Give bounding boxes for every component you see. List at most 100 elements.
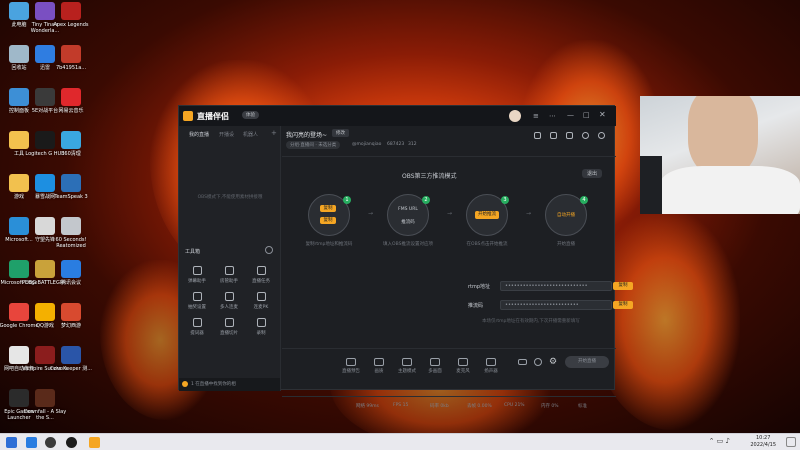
step1-copy-button-2[interactable]: 复制 xyxy=(320,217,336,224)
tool-item[interactable]: 抽奖设置 xyxy=(185,292,209,310)
tab-my-live[interactable]: 我的直播 xyxy=(189,131,209,138)
minimize-icon[interactable]: — xyxy=(567,111,574,119)
step-4-caption: 开始直播 xyxy=(557,242,575,247)
desktop-icon[interactable]: 60 Seconds! Reatomized xyxy=(45,217,97,249)
taskbar-app-icon[interactable] xyxy=(66,437,77,448)
taskbar-app-icon[interactable] xyxy=(45,437,56,448)
auto-start-label[interactable]: 自动开播 xyxy=(546,212,586,218)
version-badge[interactable]: 体验 xyxy=(242,111,259,119)
start-live-button[interactable]: 开始直播 xyxy=(565,356,609,368)
desktop-icon[interactable]: Downfall - A Slay the S... xyxy=(19,389,71,421)
tool-icon xyxy=(224,266,234,275)
divider xyxy=(282,156,616,157)
status-item: FPS 15 xyxy=(393,403,409,408)
notification-icon[interactable] xyxy=(786,437,796,447)
bottom-tool[interactable]: 画质 xyxy=(366,358,392,374)
bottom-tool-icon xyxy=(402,358,412,366)
divider xyxy=(282,396,616,397)
desktop-icon[interactable]: 7b41951a... xyxy=(45,45,97,71)
status-item: 码率 0kb xyxy=(430,404,449,409)
desktop-icon-label: 网易云音乐 xyxy=(58,108,84,114)
stream-key-field[interactable]: ••••••••••••••••••••••••• xyxy=(500,300,612,310)
bottom-tool[interactable]: 麦克风 xyxy=(450,358,476,374)
rtmp-field[interactable]: •••••••••••••••••••••••••••• xyxy=(500,281,612,291)
tool-item[interactable]: 录制 xyxy=(249,318,273,336)
step-2-number: 2 xyxy=(422,196,430,204)
panel-icon[interactable] xyxy=(566,132,573,139)
desktop-icon-label: 7b41951a... xyxy=(55,65,87,71)
tool-item[interactable]: 直播任务 xyxy=(249,266,273,284)
camera-icon[interactable] xyxy=(518,359,527,365)
edit-room-button[interactable]: 修改 xyxy=(332,129,349,137)
desktop-icon[interactable]: Apex Legends xyxy=(45,2,97,28)
desktop-icon[interactable]: 360清理 xyxy=(45,131,97,157)
key-label: 推流码 xyxy=(468,303,484,309)
step-4-number: 4 xyxy=(580,196,588,204)
maximize-icon[interactable]: □ xyxy=(583,111,590,119)
desktop-icon[interactable]: Core Keeper 测... xyxy=(45,346,97,372)
bottom-tool-icon xyxy=(374,358,384,366)
step-2-caption: 填入OBS推流设置对应项 xyxy=(383,242,433,247)
meeting-icon xyxy=(61,260,81,278)
desktop-icon[interactable]: 腾讯会议 xyxy=(45,260,97,286)
live-companion-taskbar-icon[interactable] xyxy=(89,437,100,448)
desktop-icon[interactable]: TeamSpeak 3 xyxy=(45,174,97,200)
room-category[interactable]: 分组·直播间 · 未选分类 xyxy=(286,141,341,149)
tool-icon xyxy=(192,318,202,327)
step-3-number: 3 xyxy=(501,196,509,204)
lock-icon[interactable] xyxy=(550,132,557,139)
tool-item[interactable]: 直播切片 xyxy=(217,318,241,336)
desktop-icon[interactable]: 网易云音乐 xyxy=(45,88,97,114)
close-icon[interactable]: ✕ xyxy=(599,110,606,119)
bottom-tool[interactable]: 直播预告 xyxy=(338,358,364,374)
apex-icon xyxy=(61,2,81,20)
music-icon xyxy=(61,88,81,106)
app-name: 直播伴侣 xyxy=(197,112,229,121)
tool-label: 提词器 xyxy=(190,331,204,336)
clock[interactable]: 10:27 2022/4/15 xyxy=(750,435,776,449)
taskbar-app-icon[interactable] xyxy=(26,437,37,448)
menu-icon[interactable]: ⋯ xyxy=(549,112,556,120)
clock-date: 2022/4/15 xyxy=(750,442,776,448)
room-user: @mojianqiao xyxy=(352,142,382,147)
toolbox-more-icon[interactable] xyxy=(265,246,273,254)
bottom-tool[interactable]: 多画面 xyxy=(422,358,448,374)
tool-item[interactable]: 提词器 xyxy=(185,318,209,336)
tool-label: 抽奖设置 xyxy=(188,305,206,310)
file-icon xyxy=(61,45,81,63)
add-icon[interactable]: + xyxy=(271,129,277,137)
step1-copy-button-1[interactable]: 复制 xyxy=(320,205,336,212)
tab-robot[interactable]: 机器人 xyxy=(243,131,258,138)
tool-label: 连麦PK xyxy=(253,305,269,310)
step-1-number: 1 xyxy=(343,196,351,204)
bell-icon[interactable] xyxy=(582,132,589,139)
exit-button[interactable]: 退出 xyxy=(582,169,603,178)
tool-label: 直播任务 xyxy=(252,279,270,284)
tab-setup[interactable]: 开播设 xyxy=(219,131,234,138)
bottom-tool[interactable]: 主题模式 xyxy=(394,358,420,374)
game-icon xyxy=(61,346,81,364)
live-companion-window: 直播伴侣 体验 ≡ ⋯ — □ ✕ 我的直播 开播设 机器人 + OBS模式下,… xyxy=(178,105,633,409)
gift-icon[interactable] xyxy=(534,132,541,139)
settings-gear-icon[interactable]: ⚙ xyxy=(549,357,557,367)
record-icon[interactable] xyxy=(534,358,542,366)
tool-item[interactable]: 连麦PK xyxy=(249,292,273,310)
rtmp-copy-button[interactable]: 复制 xyxy=(613,282,633,290)
notice-icon xyxy=(182,381,188,387)
settings-menu-icon[interactable]: ≡ xyxy=(533,112,539,120)
tool-label: 多人连麦 xyxy=(220,305,238,310)
step2-fms-url: FMS URL xyxy=(398,207,418,212)
tool-item[interactable]: 多人连麦 xyxy=(217,292,241,310)
tool-item[interactable]: 房管助手 xyxy=(217,266,241,284)
key-copy-button[interactable]: 复制 xyxy=(613,301,633,309)
notice-text: 1 在直播中找到你的相 xyxy=(191,382,236,387)
avatar[interactable] xyxy=(509,110,521,122)
tray-icons[interactable]: ⌃ ▭ ♪ xyxy=(709,437,730,445)
start-stream-button[interactable]: 开始推流 xyxy=(475,211,499,219)
share-icon[interactable] xyxy=(598,132,605,139)
start-icon[interactable] xyxy=(6,437,17,448)
tool-item[interactable]: 弹幕助手 xyxy=(185,266,209,284)
bottom-tool[interactable]: 扬声器 xyxy=(478,358,504,374)
desktop-icon[interactable]: 梦幻西游 xyxy=(45,303,97,329)
desktop-icon-label: 60 Seconds! Reatomized xyxy=(55,237,87,249)
